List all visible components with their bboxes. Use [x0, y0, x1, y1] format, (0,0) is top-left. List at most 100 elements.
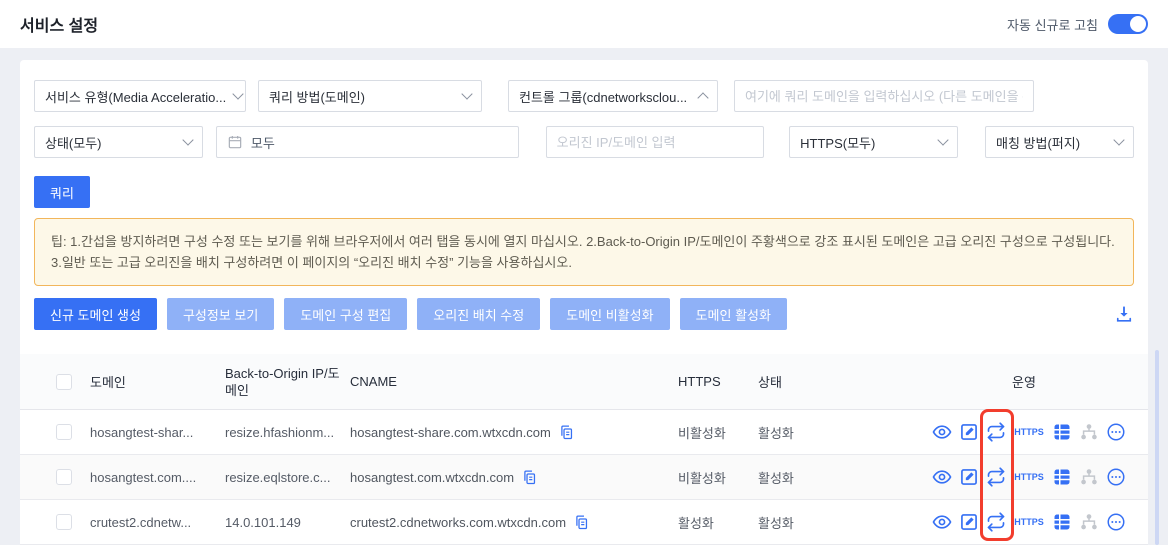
enable-domain-button[interactable]: 도메인 활성화 — [679, 298, 787, 330]
origin-cell: resize.hfashionm... — [225, 424, 335, 440]
cname-cell: crutest2.cdnetworks.com.wtxcdn.com — [350, 514, 567, 530]
main-card: 서비스 유형(Media Acceleratio... 쿼리 방법(도메인) 컨… — [20, 60, 1148, 545]
chevron-down-icon — [461, 88, 473, 100]
https-value: HTTPS(모두) — [800, 135, 876, 151]
service-type-value: 서비스 유형(Media Acceleratio... — [45, 89, 227, 105]
auto-refresh-label: 자동 신규로 고침 — [1007, 17, 1098, 33]
chevron-down-icon — [1113, 134, 1125, 146]
query-domain-input[interactable] — [734, 80, 1034, 112]
copy-icon[interactable] — [573, 514, 590, 531]
table-row: hosangtest-shar... resize.hfashionm... h… — [20, 410, 1148, 455]
col-domain: 도메인 — [90, 375, 126, 390]
col-origin: Back-to-Origin IP/도메인 — [225, 365, 340, 398]
auto-refresh-control: 자동 신규로 고침 — [1007, 14, 1148, 34]
status-select[interactable]: 상태(모두) — [34, 126, 203, 158]
match-method-select[interactable]: 매칭 방법(퍼지) — [985, 126, 1135, 158]
col-ops: 운영 — [1012, 375, 1036, 390]
https-config-button[interactable]: HTTPS — [1013, 422, 1045, 442]
disable-domain-button[interactable]: 도메인 비활성화 — [550, 298, 670, 330]
hierarchy-icon[interactable] — [1079, 467, 1099, 487]
operations-cell: HTTPS — [916, 467, 1148, 487]
action-toolbar: 신규 도메인 생성 구성정보 보기 도메인 구성 편집 오리진 배치 수정 도메… — [34, 298, 1134, 330]
select-all-checkbox[interactable] — [56, 373, 72, 390]
domain-table: 도메인 Back-to-Origin IP/도메인 CNAME HTTPS 상태… — [20, 354, 1148, 545]
calendar-icon — [227, 134, 243, 150]
edit-icon[interactable] — [959, 512, 979, 532]
https-select[interactable]: HTTPS(모두) — [789, 126, 958, 158]
status-cell: 활성화 — [758, 470, 794, 486]
domain-cell: crutest2.cdnetw... — [90, 514, 192, 530]
download-icon[interactable] — [1114, 304, 1134, 324]
chevron-down-icon — [182, 134, 194, 146]
service-type-select[interactable]: 서비스 유형(Media Acceleratio... — [34, 80, 246, 112]
table-config-icon[interactable] — [1052, 422, 1072, 442]
https-status-cell: 비활성화 — [678, 425, 726, 441]
col-status: 상태 — [758, 375, 782, 390]
operations-cell: HTTPS — [916, 422, 1148, 442]
origin-ip-input[interactable] — [545, 126, 765, 158]
more-icon[interactable] — [1106, 422, 1126, 442]
col-cname: CNAME — [350, 374, 397, 389]
view-icon[interactable] — [932, 467, 952, 487]
view-icon[interactable] — [932, 512, 952, 532]
date-range-picker[interactable]: 모두 — [215, 126, 519, 158]
status-cell: 활성화 — [758, 425, 794, 441]
origin-cell: resize.eqlstore.c... — [225, 469, 331, 485]
tip-banner: 팁: 1.간섭을 방지하려면 구성 수정 또는 보기를 위해 브라우저에서 여러… — [34, 218, 1134, 286]
edit-origin-batch-button[interactable]: 오리진 배치 수정 — [417, 298, 541, 330]
hierarchy-icon[interactable] — [1079, 512, 1099, 532]
domain-cell: hosangtest.com.... — [90, 469, 197, 485]
filter-row-1: 서비스 유형(Media Acceleratio... 쿼리 방법(도메인) 컨… — [34, 80, 1134, 112]
control-group-select[interactable]: 컨트롤 그룹(cdnetworksclou... — [508, 80, 718, 112]
filter-row-2: 상태(모두) 모두 HTTPS(모두) 매칭 방법(퍼지) — [34, 126, 1135, 158]
tip-text: 팁: 1.간섭을 방지하려면 구성 수정 또는 보기를 위해 브라우저에서 여러… — [51, 234, 1115, 270]
table-row: crutest2.cdnetw... 14.0.101.149 crutest2… — [20, 500, 1148, 545]
row-checkbox[interactable] — [56, 424, 72, 440]
table-config-icon[interactable] — [1052, 512, 1072, 532]
chevron-up-icon — [697, 92, 709, 104]
cname-cell: hosangtest-share.com.wtxcdn.com — [350, 424, 551, 440]
toggle-knob — [1130, 16, 1146, 32]
refresh-icon[interactable] — [986, 467, 1006, 487]
create-domain-button[interactable]: 신규 도메인 생성 — [34, 298, 157, 330]
control-group-value: 컨트롤 그룹(cdnetworksclou... — [519, 89, 688, 105]
operations-cell: HTTPS — [916, 512, 1148, 532]
edit-icon[interactable] — [959, 467, 979, 487]
query-method-select[interactable]: 쿼리 방법(도메인) — [258, 80, 482, 112]
table-config-icon[interactable] — [1052, 467, 1072, 487]
view-config-button[interactable]: 구성정보 보기 — [166, 298, 275, 330]
query-method-value: 쿼리 방법(도메인) — [269, 89, 365, 105]
match-method-value: 매칭 방법(퍼지) — [996, 135, 1081, 151]
scrollbar[interactable] — [1155, 350, 1159, 545]
edit-domain-config-button[interactable]: 도메인 구성 편집 — [284, 298, 408, 330]
auto-refresh-toggle[interactable] — [1108, 14, 1148, 34]
status-cell: 활성화 — [758, 515, 794, 531]
https-status-cell: 비활성화 — [678, 470, 726, 486]
refresh-icon[interactable] — [986, 512, 1006, 532]
status-value: 상태(모두) — [45, 135, 102, 151]
edit-icon[interactable] — [959, 422, 979, 442]
chevron-down-icon — [937, 134, 949, 146]
col-https: HTTPS — [678, 374, 721, 389]
https-config-button[interactable]: HTTPS — [1013, 512, 1045, 532]
copy-icon[interactable] — [521, 469, 538, 486]
table-row: hosangtest.com.... resize.eqlstore.c... … — [20, 455, 1148, 500]
topbar: 서비스 설정 자동 신규로 고침 — [0, 0, 1168, 48]
page-title: 서비스 설정 — [20, 18, 99, 35]
service-settings-page: 서비스 설정 자동 신규로 고침 서비스 유형(Media Accelerati… — [0, 0, 1168, 545]
https-status-cell: 활성화 — [678, 515, 714, 531]
refresh-icon[interactable] — [986, 422, 1006, 442]
copy-icon[interactable] — [558, 424, 575, 441]
row-checkbox[interactable] — [56, 469, 72, 485]
cname-cell: hosangtest.com.wtxcdn.com — [350, 469, 515, 485]
more-icon[interactable] — [1106, 467, 1126, 487]
more-icon[interactable] — [1106, 512, 1126, 532]
hierarchy-icon[interactable] — [1079, 422, 1099, 442]
row-checkbox[interactable] — [56, 514, 72, 530]
query-button[interactable]: 쿼리 — [34, 176, 90, 208]
view-icon[interactable] — [932, 422, 952, 442]
https-config-button[interactable]: HTTPS — [1013, 467, 1045, 487]
domain-cell: hosangtest-shar... — [90, 424, 194, 440]
date-value: 모두 — [250, 135, 275, 151]
table-header: 도메인 Back-to-Origin IP/도메인 CNAME HTTPS 상태… — [20, 354, 1148, 410]
